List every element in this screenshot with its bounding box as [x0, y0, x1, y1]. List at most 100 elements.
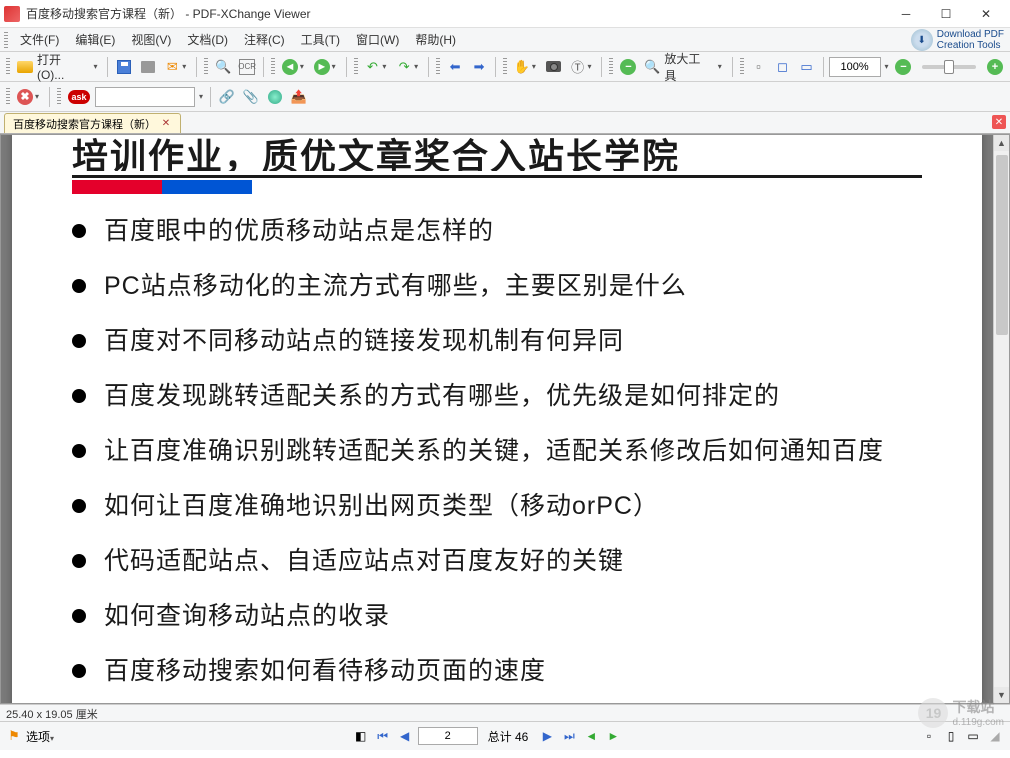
scroll-up-button[interactable]: ▲: [994, 135, 1009, 151]
zoom-tool-button[interactable]: 🔍 放大工具 ▾: [641, 56, 726, 78]
prev-page-button[interactable]: ◀: [396, 727, 414, 745]
title-bar: 百度移动搜索官方课程（新） - PDF-XChange Viewer ─ ☐ ✕: [0, 0, 1010, 28]
snapshot-button[interactable]: [543, 56, 565, 78]
zoom-in-btn2[interactable]: +: [984, 56, 1006, 78]
layout-pane-button[interactable]: ◧: [352, 727, 370, 745]
list-item: 代码适配站点、自适应站点对百度友好的关键: [72, 544, 922, 579]
continuous-button[interactable]: ▯: [942, 727, 960, 745]
undo-icon: ↶: [365, 59, 381, 75]
next-view-icon: ➡: [471, 59, 487, 75]
single-page-button[interactable]: ▫: [920, 727, 938, 745]
chevron-down-icon[interactable]: ▾: [197, 92, 205, 101]
zoom-out-button[interactable]: −: [617, 56, 639, 78]
status-bar: ⚑ 选项▾ ◧ ⏮ ◀ 总计 46 ▶ ⏭ ◄ ► ▫ ▯ ▭ ◢: [0, 722, 1010, 750]
grip-icon: [6, 58, 10, 76]
close-button[interactable]: ✕: [966, 2, 1006, 26]
nav-forward-button[interactable]: ►: [604, 727, 622, 745]
export-button[interactable]: 📤: [288, 86, 310, 108]
maximize-button[interactable]: ☐: [926, 2, 966, 26]
fit-page-button[interactable]: ◻: [772, 56, 794, 78]
tab-close-button[interactable]: ✕: [160, 118, 172, 130]
cancel-button[interactable]: ✖▾: [14, 86, 44, 108]
fit-width-button[interactable]: ▭: [796, 56, 818, 78]
bullet-icon: [72, 664, 86, 678]
vertical-scrollbar[interactable]: ▲ ▼: [993, 135, 1009, 703]
facing-button[interactable]: ▭: [964, 727, 982, 745]
scroll-down-button[interactable]: ▼: [994, 687, 1009, 703]
document-tab[interactable]: 百度移动搜索官方课程（新） ✕: [4, 113, 181, 133]
fit-page-icon: ◻: [775, 59, 791, 75]
download-pdf-tools-link[interactable]: ⬇ Download PDF Creation Tools: [911, 28, 1004, 52]
menu-file[interactable]: 文件(F): [12, 29, 67, 50]
next-view-button[interactable]: ➡: [468, 56, 490, 78]
document-area: 培训作业，质优文章奖合入站长学院 百度眼中的优质移动站点是怎样的 PC站点移动化…: [0, 134, 1010, 704]
window-title: 百度移动搜索官方课程（新） - PDF-XChange Viewer: [26, 5, 886, 22]
select-tool-button[interactable]: Ⓣ▾: [567, 56, 597, 78]
cancel-icon: ✖: [17, 89, 33, 105]
resize-grip-icon: ◢: [986, 727, 1004, 745]
red-bar: [72, 180, 162, 194]
actual-size-button[interactable]: ▫: [748, 56, 770, 78]
menu-edit[interactable]: 编辑(E): [67, 29, 123, 50]
grip-icon: [609, 58, 613, 76]
menu-view[interactable]: 视图(V): [123, 29, 179, 50]
list-item: 如何查询移动站点的收录: [72, 599, 922, 634]
zoom-input[interactable]: [829, 57, 881, 77]
first-page-button[interactable]: ⏮: [374, 727, 392, 745]
list-item: 百度对不同移动站点的链接发现机制有何异同: [72, 324, 922, 359]
attach-button[interactable]: 📎: [240, 86, 262, 108]
minimize-button[interactable]: ─: [886, 2, 926, 26]
web-button[interactable]: [264, 86, 286, 108]
magnifier-icon: 🔍: [644, 59, 660, 75]
heading-underline: [72, 175, 922, 178]
zoom-tool-label: 放大工具: [660, 50, 715, 84]
flag-icon: ⚑: [6, 728, 22, 744]
back-button[interactable]: ◄▾: [279, 56, 309, 78]
save-button[interactable]: [113, 56, 135, 78]
print-button[interactable]: [137, 56, 159, 78]
slider-thumb[interactable]: [944, 60, 954, 74]
prev-view-button[interactable]: ⬅: [444, 56, 466, 78]
hand-tool-button[interactable]: ✋▾: [511, 56, 541, 78]
chevron-down-icon: ▾: [92, 62, 100, 71]
bullet-icon: [72, 499, 86, 513]
page-number-input[interactable]: [418, 727, 478, 745]
next-page-button[interactable]: ▶: [538, 727, 556, 745]
options-button[interactable]: 选项▾: [26, 728, 54, 745]
ask-search-input[interactable]: [95, 87, 195, 107]
last-page-button[interactable]: ⏭: [560, 727, 578, 745]
grip-icon: [740, 58, 744, 76]
forward-button[interactable]: ►▾: [311, 56, 341, 78]
email-button[interactable]: ✉▾: [161, 56, 191, 78]
close-all-tabs-button[interactable]: ✕: [992, 115, 1006, 129]
pdf-page: 培训作业，质优文章奖合入站长学院 百度眼中的优质移动站点是怎样的 PC站点移动化…: [12, 135, 982, 703]
ask-toolbar-button[interactable]: ask: [65, 86, 93, 108]
menu-document[interactable]: 文档(D): [179, 29, 236, 50]
menu-help[interactable]: 帮助(H): [407, 29, 464, 50]
menu-tools[interactable]: 工具(T): [293, 29, 348, 50]
zoom-out-btn2[interactable]: −: [892, 56, 914, 78]
ask-icon: ask: [68, 90, 90, 104]
menu-window[interactable]: 窗口(W): [348, 29, 407, 50]
open-button[interactable]: 打开(O)... ▾: [14, 56, 103, 78]
zoom-slider[interactable]: [922, 65, 975, 69]
ocr-button[interactable]: OCR: [236, 56, 258, 78]
bullet-list: 百度眼中的优质移动站点是怎样的 PC站点移动化的主流方式有哪些，主要区别是什么 …: [72, 214, 922, 703]
scrollbar-thumb[interactable]: [996, 155, 1008, 335]
search-button[interactable]: 🔍: [212, 56, 234, 78]
redo-button[interactable]: ↷▾: [393, 56, 423, 78]
chevron-down-icon[interactable]: ▾: [883, 62, 891, 71]
grip-icon: [204, 58, 208, 76]
prev-view-icon: ⬅: [447, 59, 463, 75]
menu-comment[interactable]: 注释(C): [236, 29, 293, 50]
app-icon: [4, 6, 20, 22]
undo-button[interactable]: ↶▾: [362, 56, 392, 78]
link-button[interactable]: 🔗: [216, 86, 238, 108]
page-heading: 培训作业，质优文章奖合入站长学院: [72, 135, 922, 171]
nav-back-button[interactable]: ◄: [582, 727, 600, 745]
document-viewport[interactable]: 培训作业，质优文章奖合入站长学院 百度眼中的优质移动站点是怎样的 PC站点移动化…: [1, 135, 993, 703]
grip-icon: [436, 58, 440, 76]
bullet-icon: [72, 334, 86, 348]
secondary-toolbar: ✖▾ ask ▾ 🔗 📎 📤: [0, 82, 1010, 112]
main-toolbar: 打开(O)... ▾ ✉▾ 🔍 OCR ◄▾ ►▾ ↶▾ ↷▾ ⬅ ➡ ✋▾ Ⓣ…: [0, 52, 1010, 82]
